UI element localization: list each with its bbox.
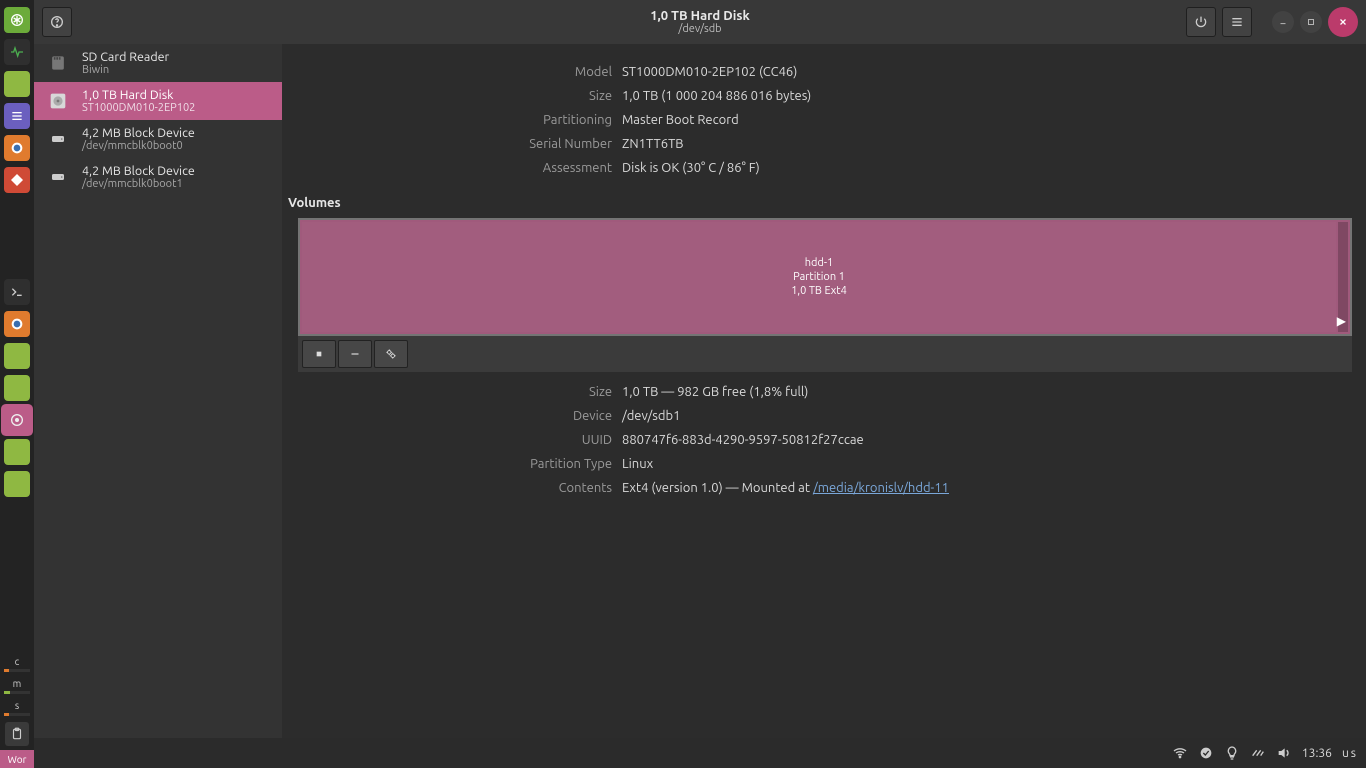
volumes-heading: Volumes	[288, 196, 1352, 210]
sidebar-item-block1[interactable]: 4,2 MB Block Device /dev/mmcblk0boot1	[34, 158, 282, 196]
part-contents-label: Contents	[282, 478, 622, 498]
delete-partition-button[interactable]	[338, 340, 372, 368]
volume-line3: 1,0 TB Ext4	[791, 284, 847, 298]
bulb-icon[interactable]	[1224, 745, 1240, 761]
hdd-icon	[44, 89, 72, 113]
sidebar-item-sub: /dev/mmcblk0boot0	[82, 140, 195, 152]
sidebar-item-sub: Biwin	[82, 64, 169, 76]
titlebar: 1,0 TB Hard Disk /dev/sdb	[34, 0, 1366, 44]
dock-app-red-icon[interactable]	[4, 167, 30, 193]
dock-folder-4-icon[interactable]	[4, 439, 30, 465]
serial-label: Serial Number	[282, 134, 622, 154]
part-type-value: Linux	[622, 454, 653, 474]
part-contents-value: Ext4 (version 1.0) — Mounted at /media/k…	[622, 478, 949, 498]
check-icon[interactable]	[1198, 745, 1214, 761]
assessment-label: Assessment	[282, 158, 622, 178]
dock-cpu-label: c	[15, 656, 20, 667]
taskbar-clock[interactable]: 13:36	[1302, 747, 1332, 760]
dock-folder-5-icon[interactable]	[4, 471, 30, 497]
dock-mem-label: m	[13, 678, 22, 689]
part-type-label: Partition Type	[282, 454, 622, 474]
unmount-button[interactable]	[302, 340, 336, 368]
volume-bar[interactable]: hdd-1 Partition 1 1,0 TB Ext4 ▶	[298, 218, 1352, 336]
volume-line1: hdd-1	[805, 256, 834, 270]
hamburger-menu-button[interactable]	[1222, 7, 1252, 37]
power-button[interactable]	[1186, 7, 1216, 37]
sidebar-item-label: 4,2 MB Block Device	[82, 126, 195, 140]
dock: c m s Wor	[0, 0, 34, 768]
volume-actions	[298, 336, 1352, 372]
maximize-button[interactable]	[1300, 11, 1322, 33]
mount-link[interactable]: /media/kronislv/hdd-11	[813, 481, 949, 495]
sidebar-item-sub: /dev/mmcblk0boot1	[82, 178, 195, 190]
disk-size-value: 1,0 TB (1 000 204 886 016 bytes)	[622, 86, 811, 106]
serial-value: ZN1TT6TB	[622, 134, 684, 154]
dock-workspace[interactable]: Wor	[0, 750, 34, 768]
window-title: 1,0 TB Hard Disk	[34, 9, 1366, 23]
dock-firefox-icon[interactable]	[4, 135, 30, 161]
dock-terminal-icon[interactable]	[4, 279, 30, 305]
part-device-value: /dev/sdb1	[622, 406, 680, 426]
sidebar-item-label: 4,2 MB Block Device	[82, 164, 195, 178]
model-label: Model	[282, 62, 622, 82]
device-sidebar: SD Card Reader Biwin 1,0 TB Hard Disk ST…	[34, 44, 282, 738]
disks-window: 1,0 TB Hard Disk /dev/sdb	[34, 0, 1366, 738]
dock-swap-label: s	[15, 700, 19, 711]
play-icon[interactable]: ▶	[1337, 314, 1346, 328]
volume-line2: Partition 1	[793, 270, 845, 284]
sidebar-item-label: SD Card Reader	[82, 50, 169, 64]
part-device-label: Device	[282, 406, 622, 426]
drive-icon	[44, 165, 72, 189]
window-subtitle: /dev/sdb	[34, 23, 1366, 35]
sidebar-item-sub: ST1000DM010-2EP102	[82, 102, 195, 114]
volume-icon[interactable]	[1276, 745, 1292, 761]
dock-clipboard-icon[interactable]	[5, 722, 29, 746]
wifi-icon[interactable]	[1172, 745, 1188, 761]
dock-system-monitor-icon[interactable]	[4, 39, 30, 65]
dock-cpu-bar	[4, 669, 30, 672]
dock-folder-2-icon[interactable]	[4, 343, 30, 369]
sidebar-item-sdcard[interactable]: SD Card Reader Biwin	[34, 44, 282, 82]
sdcard-icon	[44, 51, 72, 75]
part-uuid-value: 880747f6-883d-4290-9597-50812f27ccae	[622, 430, 864, 450]
dock-app-orange-2-icon[interactable]	[4, 311, 30, 337]
partitioning-label: Partitioning	[282, 110, 622, 130]
help-button[interactable]	[42, 7, 72, 37]
dock-menu-icon[interactable]	[4, 7, 30, 33]
dock-swap-bar	[4, 713, 30, 716]
partition-options-button[interactable]	[374, 340, 408, 368]
assessment-value: Disk is OK (30° C / 86° F)	[622, 158, 760, 178]
sidebar-item-label: 1,0 TB Hard Disk	[82, 88, 195, 102]
part-size-value: 1,0 TB — 982 GB free (1,8% full)	[622, 382, 808, 402]
partitioning-value: Master Boot Record	[622, 110, 739, 130]
part-size-label: Size	[282, 382, 622, 402]
network-icon[interactable]	[1250, 745, 1266, 761]
close-button[interactable]	[1328, 7, 1358, 37]
model-value: ST1000DM010-2EP102 (CC46)	[622, 62, 797, 82]
minimize-button[interactable]	[1272, 11, 1294, 33]
sidebar-item-hdd[interactable]: 1,0 TB Hard Disk ST1000DM010-2EP102	[34, 82, 282, 120]
disk-size-label: Size	[282, 86, 622, 106]
keyboard-layout[interactable]: us	[1342, 747, 1358, 760]
volume-partition[interactable]: hdd-1 Partition 1 1,0 TB Ext4	[302, 222, 1336, 332]
taskbar: 13:36 us	[34, 738, 1366, 768]
dock-folder-3-icon[interactable]	[4, 375, 30, 401]
dock-disks-icon[interactable]	[4, 407, 30, 433]
detail-panel: ModelST1000DM010-2EP102 (CC46) Size1,0 T…	[282, 44, 1366, 738]
drive-icon	[44, 127, 72, 151]
sidebar-item-block0[interactable]: 4,2 MB Block Device /dev/mmcblk0boot0	[34, 120, 282, 158]
dock-folder-1-icon[interactable]	[4, 71, 30, 97]
dock-app-purple-icon[interactable]	[4, 103, 30, 129]
dock-mem-bar	[4, 691, 30, 694]
part-uuid-label: UUID	[282, 430, 622, 450]
